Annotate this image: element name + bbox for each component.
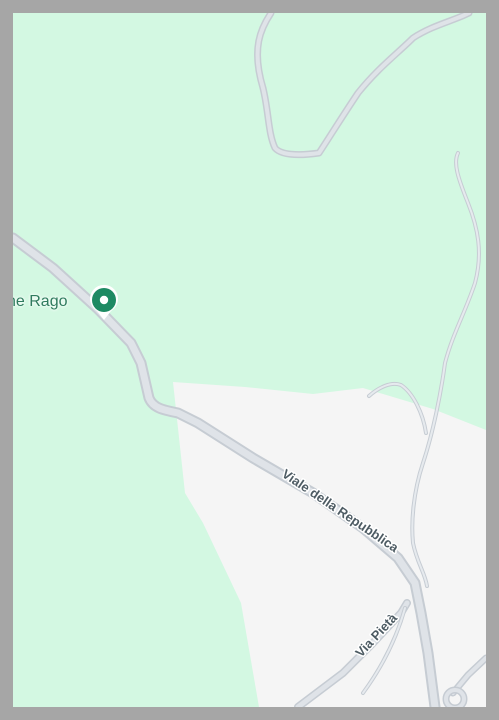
place-label[interactable]: ne Rago (13, 293, 68, 311)
park-pin-icon[interactable] (88, 284, 120, 322)
map-canvas[interactable]: Viale della Repubblica Via Pietà (13, 13, 486, 707)
road-north-loop[interactable] (254, 13, 473, 159)
map-view[interactable]: Viale della Repubblica Via Pietà ne Rago (13, 13, 486, 707)
